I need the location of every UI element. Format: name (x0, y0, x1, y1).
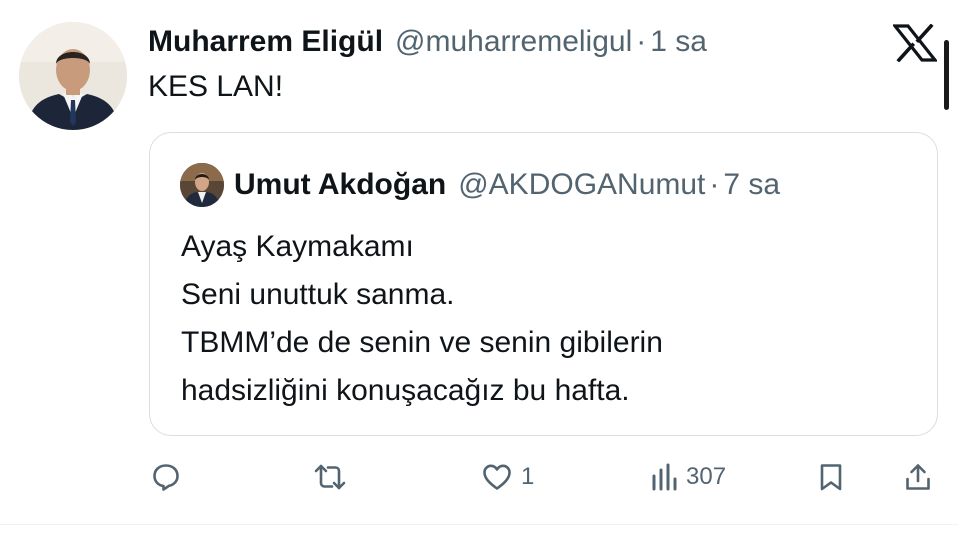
quoted-tweet-timestamp[interactable]: 7 sa (723, 168, 780, 202)
tweet-timestamp[interactable]: 1 sa (650, 25, 707, 59)
quoted-tweet-text: Ayaş Kaymakamı Seni unuttuk sanma. TBMM’… (181, 223, 663, 415)
views-count: 307 (686, 463, 727, 490)
quoted-author-handle[interactable]: @AKDOGANumut (458, 168, 705, 202)
quoted-tweet-card[interactable]: Umut Akdoğan @AKDOGANumut · 7 sa Ayaş Ka… (149, 132, 938, 436)
author-handle[interactable]: @muharremeligul (395, 25, 632, 59)
quoted-author-avatar[interactable] (180, 163, 224, 207)
views-chart-icon (652, 463, 677, 491)
author-avatar[interactable] (19, 22, 127, 130)
scrollbar[interactable] (944, 40, 949, 110)
x-logo-icon (891, 23, 939, 63)
like-button[interactable]: 1 (481, 455, 534, 499)
quoted-text-line: Ayaş Kaymakamı (181, 230, 414, 263)
bookmark-icon (820, 464, 842, 491)
heart-icon (483, 464, 511, 490)
person-photo-avatar-icon (19, 22, 127, 130)
separator-dot: · (636, 25, 647, 58)
bookmark-button[interactable] (816, 455, 846, 499)
quoted-tweet-header: Umut Akdoğan @AKDOGANumut · 7 sa (234, 165, 780, 205)
tweet-view: Muharrem Eligül @muharremeligul · 1 sa K… (0, 0, 958, 542)
author-name[interactable]: Muharrem Eligül (148, 25, 383, 59)
person-photo-avatar-icon (180, 163, 224, 207)
quoted-text-line: TBMM’de de senin ve senin gibilerin (181, 326, 663, 359)
tweet-text: KES LAN! (148, 70, 284, 103)
divider (0, 524, 958, 525)
reply-button[interactable] (151, 455, 181, 499)
like-count: 1 (521, 463, 535, 490)
share-icon (906, 464, 930, 490)
retweet-button[interactable] (312, 455, 348, 499)
reply-icon (153, 464, 179, 491)
views-button[interactable]: 307 (650, 455, 726, 499)
tweet-action-bar: 1 307 (0, 455, 958, 499)
quoted-text-line: hadsizliğini konuşacağız bu hafta. (181, 374, 630, 407)
retweet-icon (314, 464, 346, 490)
share-button[interactable] (903, 455, 933, 499)
quoted-text-line: Seni unuttuk sanma. (181, 278, 455, 311)
separator-dot: · (709, 168, 720, 201)
quoted-author-name[interactable]: Umut Akdoğan (234, 168, 446, 202)
tweet-header: Muharrem Eligül @muharremeligul · 1 sa (148, 22, 707, 62)
